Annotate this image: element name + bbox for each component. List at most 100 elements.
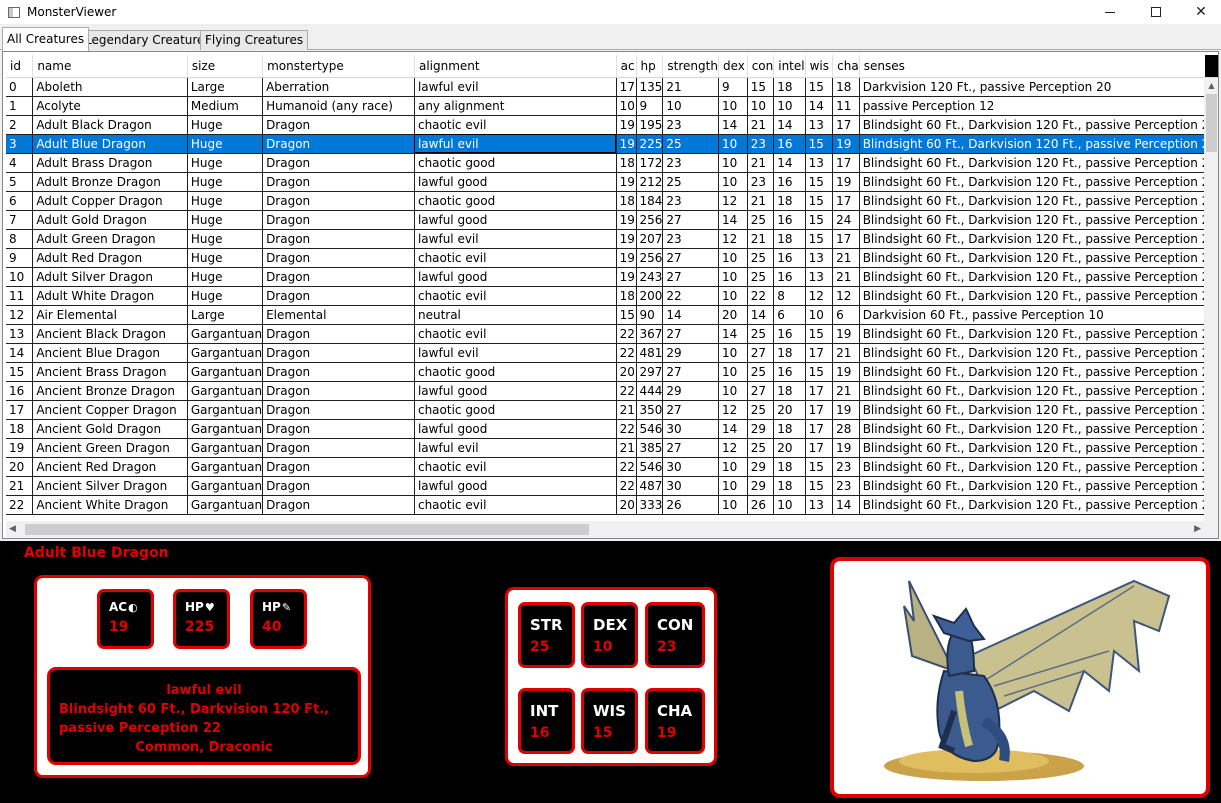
table-row[interactable]: 13 Ancient Black Dragon Gargantuan Dragon ch…	[6, 324, 1218, 344]
table-cell-name[interactable]: Ancient White Dragon	[32, 495, 188, 515]
table-cell-size[interactable]: Huge	[187, 134, 264, 154]
table-cell-dex[interactable]: 10	[718, 286, 748, 306]
table-row[interactable]: 9 Adult Red Dragon Huge Dragon chaotic evil 1…	[6, 248, 1218, 268]
table-row[interactable]: 18 Ancient Gold Dragon Gargantuan Dragon law…	[6, 419, 1218, 439]
table-cell-senses[interactable]: Blindsight 60 Ft., Darkvision 120 Ft., p…	[859, 153, 1218, 173]
table-cell-hp[interactable]: 487	[636, 476, 664, 496]
table-cell-alignment[interactable]: lawful evil	[414, 343, 617, 363]
table-cell-cha[interactable]: 19	[832, 172, 860, 192]
table-cell-cha[interactable]: 19	[832, 400, 860, 420]
table-cell-intel[interactable]: 16	[773, 134, 806, 154]
vertical-scrollbar[interactable]: ▲	[1204, 78, 1218, 532]
table-cell-id[interactable]: 16	[6, 381, 34, 401]
table-cell-name[interactable]: Air Elemental	[32, 305, 188, 325]
table-cell-monstertype[interactable]: Elemental	[262, 305, 415, 325]
table-cell-hp[interactable]: 297	[636, 362, 664, 382]
table-cell-strength[interactable]: 23	[662, 153, 719, 173]
table-cell-con[interactable]: 15	[747, 77, 775, 97]
table-cell-size[interactable]: Gargantuan	[187, 419, 264, 439]
table-cell-senses[interactable]: Blindsight 60 Ft., Darkvision 120 Ft., p…	[859, 324, 1218, 344]
table-cell-hp[interactable]: 243	[636, 267, 664, 287]
table-cell-size[interactable]: Gargantuan	[187, 362, 264, 382]
table-cell-wis[interactable]: 15	[805, 210, 834, 230]
table-row[interactable]: 4 Adult Brass Dragon Huge Dragon chaotic goo…	[6, 153, 1218, 173]
tab-legendary-creatures[interactable]: Legendary Creatures	[80, 30, 216, 50]
table-cell-cha[interactable]: 11	[832, 96, 860, 116]
tab-all-creatures[interactable]: All Creatures	[2, 27, 90, 51]
table-cell-con[interactable]: 25	[747, 400, 775, 420]
table-cell-wis[interactable]: 13	[805, 495, 834, 515]
table-cell-intel[interactable]: 18	[773, 457, 806, 477]
table-row[interactable]: 19 Ancient Green Dragon Gargantuan Dragon la…	[6, 438, 1218, 458]
table-cell-con[interactable]: 25	[747, 362, 775, 382]
column-header-wis[interactable]: wis	[805, 55, 834, 78]
table-cell-con[interactable]: 21	[747, 115, 775, 135]
table-cell-size[interactable]: Gargantuan	[187, 324, 264, 344]
table-cell-dex[interactable]: 10	[718, 476, 748, 496]
column-header-intel[interactable]: intel	[773, 55, 806, 78]
table-cell-id[interactable]: 18	[6, 419, 34, 439]
table-cell-ac[interactable]: 19	[616, 115, 637, 135]
table-cell-dex[interactable]: 10	[718, 343, 748, 363]
table-cell-con[interactable]: 25	[747, 210, 775, 230]
table-cell-size[interactable]: Huge	[187, 286, 264, 306]
table-cell-intel[interactable]: 14	[773, 115, 806, 135]
table-cell-wis[interactable]: 15	[805, 191, 834, 211]
table-cell-con[interactable]: 22	[747, 286, 775, 306]
table-cell-name[interactable]: Adult Blue Dragon	[32, 134, 188, 154]
table-cell-hp[interactable]: 200	[636, 286, 664, 306]
table-cell-cha[interactable]: 19	[832, 362, 860, 382]
table-cell-ac[interactable]: 19	[616, 210, 637, 230]
table-cell-ac[interactable]: 19	[616, 172, 637, 192]
table-cell-hp[interactable]: 172	[636, 153, 664, 173]
table-cell-size[interactable]: Huge	[187, 229, 264, 249]
table-cell-strength[interactable]: 30	[662, 476, 719, 496]
table-cell-intel[interactable]: 18	[773, 229, 806, 249]
table-cell-strength[interactable]: 22	[662, 286, 719, 306]
table-cell-id[interactable]: 12	[6, 305, 34, 325]
table-cell-intel[interactable]: 14	[773, 153, 806, 173]
table-cell-size[interactable]: Gargantuan	[187, 400, 264, 420]
table-cell-hp[interactable]: 350	[636, 400, 664, 420]
table-cell-senses[interactable]: Blindsight 60 Ft., Darkvision 120 Ft., p…	[859, 381, 1218, 401]
table-cell-wis[interactable]: 17	[805, 400, 834, 420]
table-cell-strength[interactable]: 25	[662, 172, 719, 192]
table-cell-wis[interactable]: 15	[805, 77, 834, 97]
column-header-dex[interactable]: dex	[718, 55, 748, 78]
table-cell-monstertype[interactable]: Dragon	[262, 210, 415, 230]
table-cell-hp[interactable]: 9	[636, 96, 664, 116]
column-header-cha[interactable]: cha	[832, 55, 860, 78]
table-cell-con[interactable]: 27	[747, 381, 775, 401]
table-cell-dex[interactable]: 10	[718, 153, 748, 173]
table-cell-hp[interactable]: 481	[636, 343, 664, 363]
table-cell-strength[interactable]: 25	[662, 134, 719, 154]
table-cell-strength[interactable]: 23	[662, 115, 719, 135]
table-cell-dex[interactable]: 14	[718, 419, 748, 439]
table-row[interactable]: 1 Acolyte Medium Humanoid (any race) any ali…	[6, 96, 1218, 116]
table-row[interactable]: 15 Ancient Brass Dragon Gargantuan Dragon ch…	[6, 362, 1218, 382]
table-cell-hp[interactable]: 256	[636, 210, 664, 230]
table-cell-senses[interactable]: Blindsight 60 Ft., Darkvision 120 Ft., p…	[859, 191, 1218, 211]
table-cell-cha[interactable]: 21	[832, 248, 860, 268]
table-cell-name[interactable]: Ancient Copper Dragon	[32, 400, 188, 420]
table-cell-id[interactable]: 13	[6, 324, 34, 344]
table-cell-id[interactable]: 7	[6, 210, 34, 230]
table-cell-cha[interactable]: 19	[832, 324, 860, 344]
table-cell-monstertype[interactable]: Dragon	[262, 495, 415, 515]
table-cell-name[interactable]: Adult Red Dragon	[32, 248, 188, 268]
table-cell-size[interactable]: Large	[187, 305, 264, 325]
column-header-id[interactable]: id	[6, 55, 34, 78]
table-row[interactable]: 11 Adult White Dragon Huge Dragon chaotic ev…	[6, 286, 1218, 306]
table-cell-senses[interactable]: Blindsight 60 Ft., Darkvision 120 Ft., p…	[859, 134, 1218, 154]
table-cell-con[interactable]: 25	[747, 324, 775, 344]
table-cell-ac[interactable]: 22	[616, 324, 637, 344]
table-cell-senses[interactable]: Blindsight 60 Ft., Darkvision 120 Ft., p…	[859, 419, 1218, 439]
table-row[interactable]: 3 Adult Blue Dragon Huge Dragon lawful evil 1…	[6, 134, 1218, 154]
table-cell-senses[interactable]: Darkvision 60 Ft., passive Perception 10	[859, 305, 1218, 325]
table-row[interactable]: 14 Ancient Blue Dragon Gargantuan Dragon law…	[6, 343, 1218, 363]
table-cell-monstertype[interactable]: Dragon	[262, 153, 415, 173]
table-cell-id[interactable]: 21	[6, 476, 34, 496]
table-cell-cha[interactable]: 17	[832, 153, 860, 173]
table-cell-ac[interactable]: 19	[616, 248, 637, 268]
table-cell-dex[interactable]: 20	[718, 305, 748, 325]
